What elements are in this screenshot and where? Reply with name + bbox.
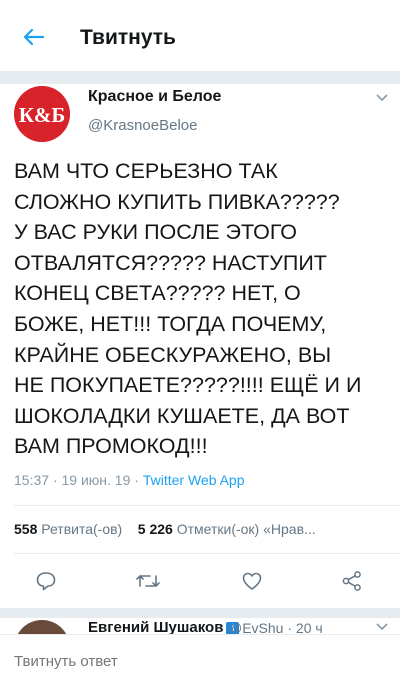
tweet-line: ВАМ ЧТО СЕРЬЕЗНО ТАК [14,159,278,183]
tweet-line: ОТВАЛЯТСЯ????? НАСТУПИТ [14,250,327,275]
likes-count: 5 226 [137,521,173,537]
reply-author-name[interactable]: Евгений Шушаков i [88,619,240,634]
tweet-line: У ВАС РУКИ ПОСЛЕ ЭТОГО [14,220,298,245]
retweets-label: Ретвита(-ов) [41,521,123,537]
reply-author-name-text: Евгений Шушаков [88,619,224,634]
likes-label: Отметки(-ок) «Нрав... [176,521,316,537]
header-separator [0,72,400,84]
reply-icon [36,572,56,591]
author-name[interactable]: Красное и Белое [88,88,221,106]
svg-text:К&Б: К&Б [19,103,66,127]
retweets-stat[interactable]: 558 Ретвита(-ов) [14,521,122,537]
tweet-time[interactable]: 15:37 [14,472,49,488]
meta-dot: · [52,472,58,488]
chevron-down-icon [376,623,388,631]
tweet-text: ВАМ ЧТО СЕРЬЕЗНО ТАК СЛОЖНО КУПИТЬ ПИВКА… [14,156,396,462]
tweet-line: СЛОЖНО КУПИТЬ ПИВКА????? [14,189,340,214]
author-avatar[interactable]: К&Б [14,86,70,142]
reply-preview[interactable]: Евгений Шушаков i @EvShu · 20 ч [0,618,400,634]
reply-avatar[interactable] [14,620,70,634]
retweet-button[interactable] [134,568,162,594]
tweet-line: КОНЕЦ СВЕТА????? НЕТ, О [14,281,301,306]
reply-input[interactable] [14,647,386,675]
reply-menu-button[interactable] [372,620,392,634]
tweet-source-app[interactable]: Twitter Web App [143,472,245,488]
tweet-line: ШОКОЛАДКИ КУШАЕТЕ, ДА ВОТ [14,403,350,428]
chevron-down-icon [376,94,388,102]
tweet-menu-button[interactable] [372,90,392,106]
like-button[interactable] [238,568,266,594]
share-icon [342,571,361,591]
brand-logo: К&Б [14,86,70,142]
tweet-line: ВАМ ПРОМОКОД!!! [14,434,208,459]
retweets-count: 558 [14,521,38,537]
tweet-date[interactable]: 19 июн. 19 [62,472,131,488]
tweet-line: БОЖЕ, НЕТ!!! ТОГДА ПОЧЕМУ, [14,311,327,336]
meta-dot: · [134,472,139,488]
author-handle[interactable]: @KrasnoeBeloe [88,117,197,134]
section-separator [0,608,400,618]
tweet-stats: 558 Ретвита(-ов) 5 226 Отметки(-ок) «Нра… [14,521,316,537]
reply-author-handle: @EvShu · 20 ч [228,620,323,634]
tweet-meta: 15:37 · 19 июн. 19 · Twitter Web App [14,472,245,488]
reply-bar [0,634,400,686]
like-icon [242,572,262,590]
divider [14,505,400,506]
retweet-icon [136,575,160,587]
reply-button[interactable] [32,568,60,594]
likes-stat[interactable]: 5 226 Отметки(-ок) «Нрав... [138,521,316,537]
back-button[interactable] [16,22,52,52]
share-button[interactable] [338,568,366,594]
tweet-line: КРАЙНЕ ОБЕСКУРАЖЕНО, ВЫ [14,342,332,367]
arrow-left-icon [23,28,45,46]
page-title: Твитнуть [80,26,176,49]
divider [14,553,400,554]
top-bar: Твитнуть [0,0,400,72]
tweet-line: НЕ ПОКУПАЕТЕ?????!!!! ЕЩЁ И И [14,373,362,398]
